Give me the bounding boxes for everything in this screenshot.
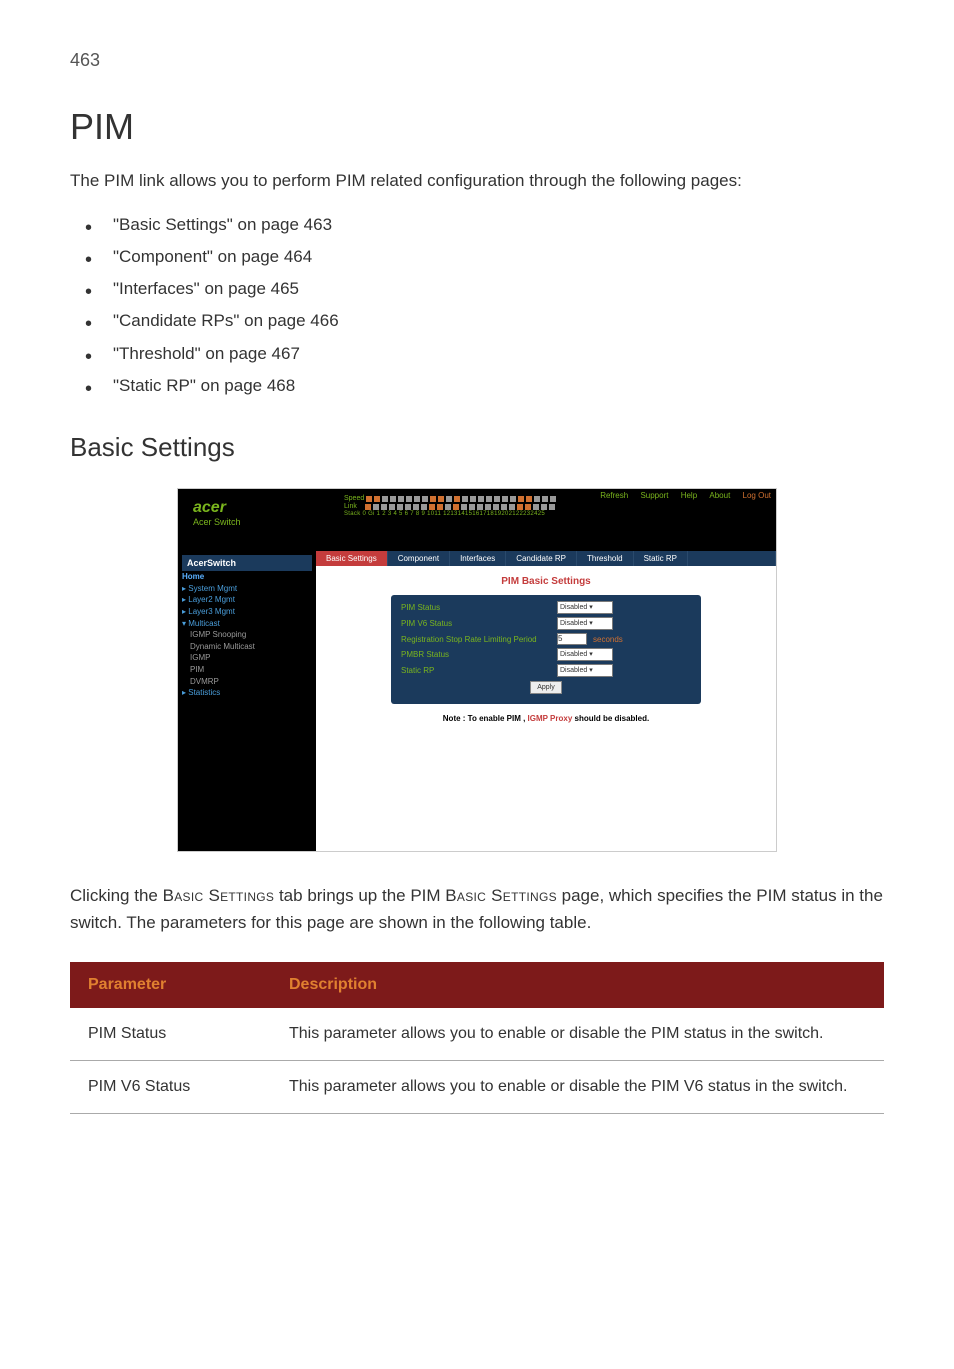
topbar-links: Refresh Support Help About Log Out: [590, 491, 771, 500]
link-list: "Basic Settings" on page 463 "Component"…: [70, 209, 884, 403]
th-description: Description: [271, 962, 884, 1008]
port-row-label: Speed: [344, 495, 364, 502]
page-title: PIM: [70, 106, 884, 148]
nav-multicast[interactable]: ▾ Multicast: [182, 618, 312, 630]
screenshot-sidebar: AcerSwitch Home ▸ System Mgmt ▸ Layer2 M…: [178, 551, 316, 851]
tab-blank: [688, 551, 776, 566]
table-row: PIM V6 Status This parameter allows you …: [70, 1060, 884, 1113]
tab-interfaces[interactable]: Interfaces: [450, 551, 506, 566]
static-rp-select[interactable]: Disabled ▾: [557, 664, 613, 677]
link-item[interactable]: "Static RP" on page 468: [85, 370, 884, 402]
screenshot: acer Acer Switch Speed Link Stack 0 Gi 1…: [177, 488, 777, 852]
nav-statistics[interactable]: ▸ Statistics: [182, 687, 312, 699]
pim-v6-status-select[interactable]: Disabled ▾: [557, 617, 613, 630]
logout-link[interactable]: Log Out: [743, 491, 771, 500]
support-link[interactable]: Support: [640, 491, 668, 500]
seconds-label: seconds: [593, 635, 623, 644]
tab-basic-settings[interactable]: Basic Settings: [316, 551, 388, 566]
screenshot-tabs: Basic Settings Component Interfaces Cand…: [316, 551, 776, 566]
help-link[interactable]: Help: [681, 491, 697, 500]
td-desc: This parameter allows you to enable or d…: [271, 1060, 884, 1113]
pmbr-status-label: PMBR Status: [401, 650, 551, 659]
parameter-table: Parameter Description PIM Status This pa…: [70, 962, 884, 1114]
tab-candidate-rp[interactable]: Candidate RP: [506, 551, 577, 566]
tab-threshold[interactable]: Threshold: [577, 551, 634, 566]
nav-dvmrp[interactable]: DVMRP: [182, 676, 312, 688]
acer-logo: acer: [193, 499, 323, 517]
screenshot-topbar: acer Acer Switch Speed Link Stack 0 Gi 1…: [178, 489, 776, 551]
reg-stop-label: Registration Stop Rate Limiting Period: [401, 635, 551, 644]
intro-text: The PIM link allows you to perform PIM r…: [70, 168, 884, 194]
nav-pim[interactable]: PIM: [182, 664, 312, 676]
apply-button[interactable]: Apply: [530, 681, 562, 694]
th-parameter: Parameter: [70, 962, 271, 1008]
igmp-proxy-link[interactable]: IGMP Proxy: [528, 714, 573, 723]
screenshot-main: Basic Settings Component Interfaces Cand…: [316, 551, 776, 851]
nav-igmp[interactable]: IGMP: [182, 652, 312, 664]
section-heading: Basic Settings: [70, 432, 884, 463]
link-item[interactable]: "Threshold" on page 467: [85, 338, 884, 370]
td-param: PIM Status: [70, 1008, 271, 1061]
pim-v6-status-label: PIM V6 Status: [401, 619, 551, 628]
tab-static-rp[interactable]: Static RP: [634, 551, 688, 566]
table-row: PIM Status This parameter allows you to …: [70, 1008, 884, 1061]
port-row-link: Link: [344, 503, 770, 510]
nav-igmp-snooping[interactable]: IGMP Snooping: [182, 629, 312, 641]
reg-stop-input[interactable]: 5: [557, 633, 587, 645]
nav-dynamic-multicast[interactable]: Dynamic Multicast: [182, 641, 312, 653]
link-item[interactable]: "Basic Settings" on page 463: [85, 209, 884, 241]
port-row-label: Link: [344, 503, 357, 510]
pim-status-label: PIM Status: [401, 603, 551, 612]
tab-component[interactable]: Component: [388, 551, 450, 566]
nav-layer3-mgmt[interactable]: ▸ Layer3 Mgmt: [182, 606, 312, 618]
acer-logo-sub: Acer Switch: [193, 517, 323, 527]
about-link[interactable]: About: [709, 491, 730, 500]
switch-label: AcerSwitch: [182, 555, 312, 571]
note-text: Note : To enable PIM , IGMP Proxy should…: [336, 714, 756, 723]
nav-layer2-mgmt[interactable]: ▸ Layer2 Mgmt: [182, 594, 312, 606]
port-stack-label: Stack 0 Gi 1 2 3 4 5 6 7 8 9 1011 121314…: [344, 511, 770, 517]
td-param: PIM V6 Status: [70, 1060, 271, 1113]
refresh-link[interactable]: Refresh: [600, 491, 628, 500]
screenshot-logo-area: acer Acer Switch: [178, 489, 338, 551]
page-number: 463: [70, 50, 884, 71]
td-desc: This parameter allows you to enable or d…: [271, 1008, 884, 1061]
content-title: PIM Basic Settings: [336, 576, 756, 587]
body-text: Clicking the Basic Settings tab brings u…: [70, 882, 884, 936]
static-rp-label: Static RP: [401, 666, 551, 675]
link-item[interactable]: "Component" on page 464: [85, 241, 884, 273]
nav-system-mgmt[interactable]: ▸ System Mgmt: [182, 583, 312, 595]
link-item[interactable]: "Interfaces" on page 465: [85, 273, 884, 305]
nav-home[interactable]: Home: [182, 571, 312, 583]
pim-form: PIM Status Disabled ▾ PIM V6 Status Disa…: [391, 595, 701, 704]
pmbr-status-select[interactable]: Disabled ▾: [557, 648, 613, 661]
pim-status-select[interactable]: Disabled ▾: [557, 601, 613, 614]
link-item[interactable]: "Candidate RPs" on page 466: [85, 305, 884, 337]
